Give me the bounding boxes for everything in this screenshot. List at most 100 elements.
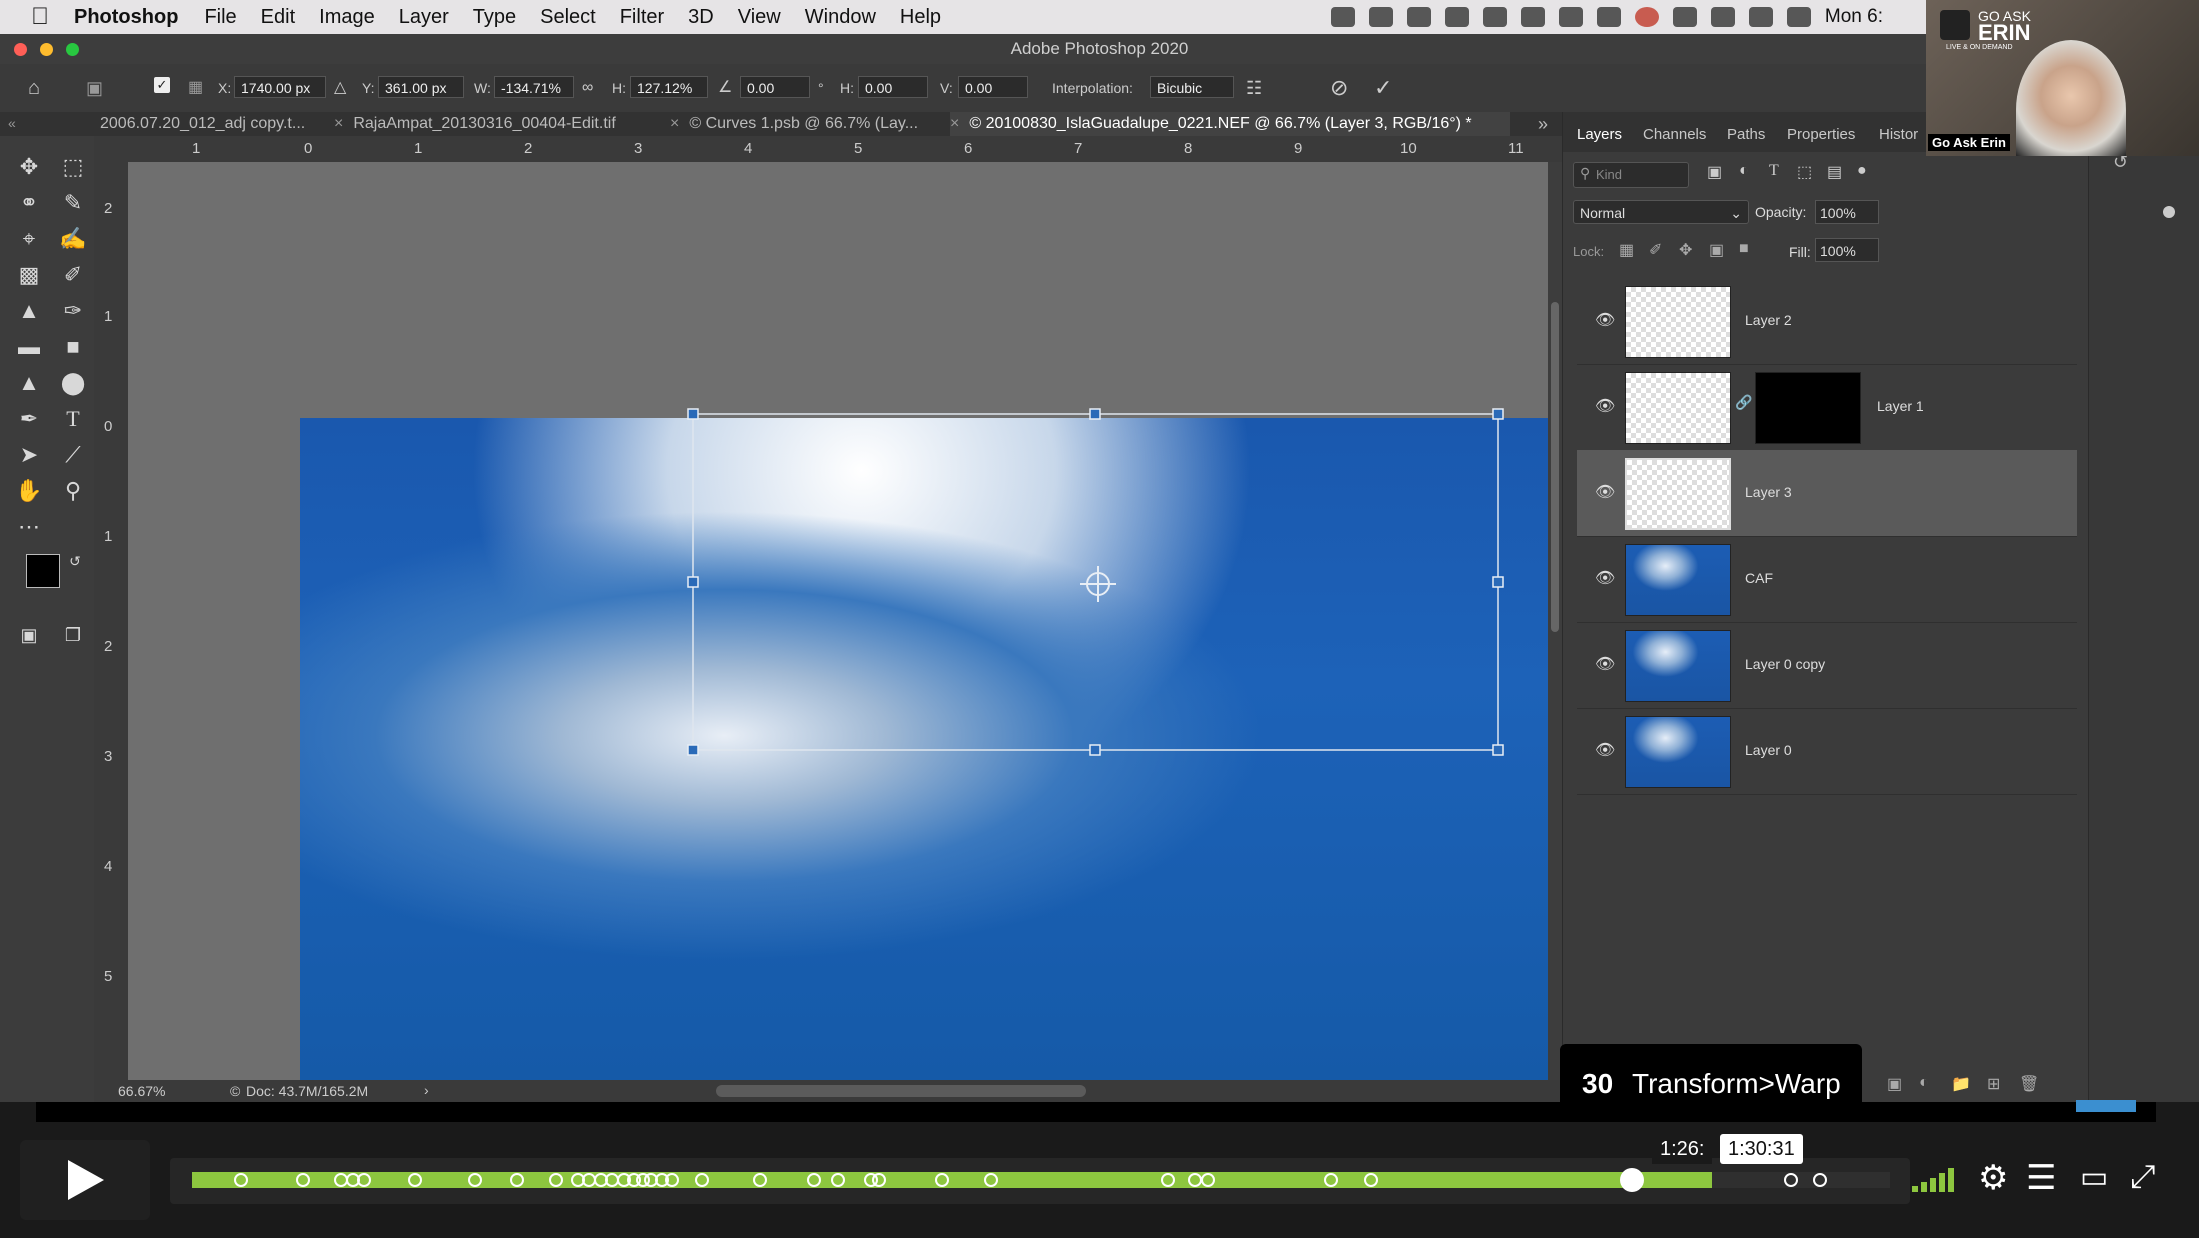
w-field[interactable]: -134.71% [494, 76, 574, 98]
vskew-field[interactable]: 0.00 [958, 76, 1028, 98]
layer-mask-thumbnail[interactable] [1755, 372, 1861, 444]
eye-icon[interactable]: 👁 [1595, 743, 1615, 759]
link-icon[interactable]: 🔗 [1735, 394, 1752, 411]
filter-type-icon[interactable]: T [1769, 162, 1779, 180]
menu-image[interactable]: Image [319, 6, 375, 29]
menu-clock[interactable]: Mon 6: [1825, 6, 1883, 28]
new-layer-icon[interactable]: ⊞ [1987, 1074, 2000, 1094]
new-group-icon[interactable]: 📁 [1951, 1074, 1971, 1094]
dodge-tool-icon[interactable]: ⬤ [58, 368, 88, 398]
move-tool-icon[interactable]: ✥ [14, 152, 44, 182]
menu-filter[interactable]: Filter [620, 6, 664, 29]
eye-icon[interactable]: 👁 [1595, 485, 1615, 501]
reference-point-icon[interactable]: ▦ [188, 76, 203, 100]
delta-icon[interactable]: △ [334, 76, 346, 100]
y-field[interactable]: 361.00 px [378, 76, 464, 98]
tab-layers[interactable]: Layers [1577, 126, 1622, 143]
opacity-field[interactable]: 100% [1815, 200, 1879, 224]
commit-transform-icon[interactable]: ✓ [1374, 76, 1392, 100]
pen-tool-icon[interactable]: ✒ [14, 404, 44, 434]
lock-position-icon[interactable]: ✥ [1679, 240, 1692, 260]
zoom-level[interactable]: 66.67% [118, 1083, 165, 1099]
volume-bars-icon[interactable] [1912, 1166, 1960, 1192]
chapter-marker[interactable] [871, 1173, 886, 1187]
add-mask-icon[interactable]: ▣ [1887, 1074, 1902, 1094]
bluetooth-icon[interactable] [1482, 7, 1507, 27]
clone-stamp-tool-icon[interactable]: ▲ [14, 296, 44, 326]
layer-row[interactable]: 👁 CAF [1577, 536, 2077, 623]
app-menu[interactable]: Photoshop [74, 6, 178, 29]
menu-file[interactable]: File [204, 6, 236, 29]
close-icon[interactable]: × [670, 115, 679, 132]
lock-all-icon[interactable]: ■ [1739, 240, 1749, 258]
filter-adjustment-icon[interactable]: ◐ [1739, 162, 1749, 180]
healing-tool-icon[interactable]: ▩ [14, 260, 44, 290]
menu-3d[interactable]: 3D [688, 6, 714, 29]
layer-name[interactable]: Layer 2 [1745, 312, 1792, 328]
layer-row[interactable]: 👁 Layer 0 copy [1577, 622, 2077, 709]
chapter-marker[interactable] [1783, 1173, 1798, 1187]
screenshot-icon[interactable] [1558, 7, 1583, 27]
chapters-list-icon[interactable]: ☰ [2026, 1158, 2056, 1198]
angle-field[interactable]: 0.00 [740, 76, 810, 98]
chapter-marker[interactable] [934, 1173, 949, 1187]
gmail-icon[interactable] [1444, 7, 1469, 27]
new-adjustment-icon[interactable]: ◐ [1919, 1074, 1929, 1092]
type-tool-icon[interactable]: T [58, 404, 88, 434]
crop-tool-icon[interactable]: ⌖ [14, 224, 44, 254]
lock-transparent-icon[interactable]: ▦ [1619, 240, 1634, 260]
menu-layer[interactable]: Layer [399, 6, 449, 29]
progress-track[interactable] [170, 1158, 1910, 1204]
layer-name[interactable]: Layer 1 [1877, 398, 1924, 414]
layer-row[interactable]: 👁 🔗 Layer 1 [1577, 364, 2077, 451]
volume-icon[interactable] [1786, 7, 1811, 27]
filter-pixel-icon[interactable]: ▣ [1707, 162, 1722, 182]
gradient-tool-icon[interactable]: ■ [58, 332, 88, 362]
screen-mode-icon[interactable]: ❐ [58, 620, 88, 650]
chapter-marker[interactable] [467, 1173, 482, 1187]
filter-shape-icon[interactable]: ⬚ [1797, 162, 1812, 182]
quick-selection-tool-icon[interactable]: ✎ [58, 188, 88, 218]
airplay-icon[interactable]: ▭ [2080, 1160, 2108, 1195]
layer-name[interactable]: Layer 0 [1745, 742, 1792, 758]
fullscreen-icon[interactable]: ⤢ [2130, 1158, 2156, 1196]
layer-row[interactable]: 👁 Layer 0 [1577, 708, 2077, 795]
status-menu-icon[interactable]: › [424, 1082, 429, 1098]
link-icon[interactable]: ∞ [582, 76, 593, 100]
tab-channels[interactable]: Channels [1643, 126, 1706, 143]
filter-smart-object-icon[interactable]: ▤ [1827, 162, 1842, 182]
vertical-scrollbar[interactable] [1548, 162, 1562, 1080]
tab-doc-3[interactable]: × © Curves 1.psb @ 66.7% (Lay... [670, 112, 946, 136]
crosshair-icon[interactable] [1710, 7, 1735, 27]
layer-name[interactable]: Layer 3 [1745, 484, 1792, 500]
eye-icon[interactable]: 👁 [1595, 657, 1615, 673]
horizontal-scroll-thumb[interactable] [716, 1085, 1086, 1097]
vertical-scroll-thumb[interactable] [1551, 302, 1559, 632]
menu-window[interactable]: Window [805, 6, 876, 29]
chapter-marker[interactable] [664, 1173, 679, 1187]
settings-gear-icon[interactable]: ⚙ [1978, 1158, 2008, 1198]
fill-field[interactable]: 100% [1815, 238, 1879, 262]
eraser-tool-icon[interactable]: ▬ [14, 332, 44, 362]
more-tabs-icon[interactable]: » [1538, 112, 1548, 136]
path-selection-tool-icon[interactable]: ➤ [14, 440, 44, 470]
tab-doc-2[interactable]: × RajaAmpat_20130316_00404-Edit.tif [334, 112, 664, 136]
more-tools-icon[interactable]: ⋯ [14, 512, 44, 542]
marquee-tool-icon[interactable]: ⬚ [58, 152, 88, 182]
interpolation-select[interactable]: Bicubic [1150, 76, 1234, 98]
chapter-marker[interactable] [1812, 1173, 1827, 1187]
airplay-icon[interactable] [1672, 7, 1697, 27]
h-field[interactable]: 127.12% [630, 76, 708, 98]
menu-help[interactable]: Help [900, 6, 941, 29]
eye-icon[interactable]: 👁 [1595, 313, 1615, 329]
eye-icon[interactable]: 👁 [1595, 399, 1615, 415]
history-brush-tool-icon[interactable]: ✑ [58, 296, 88, 326]
x-field[interactable]: 1740.00 px [234, 76, 326, 98]
lock-artboard-icon[interactable]: ▣ [1709, 240, 1724, 260]
chapter-marker[interactable] [233, 1173, 248, 1187]
wifi-icon[interactable] [1748, 7, 1773, 27]
reference-point-checkbox[interactable]: ✓ [154, 77, 170, 93]
tab-doc-active[interactable]: × © 20100830_IslaGuadalupe_0221.NEF @ 66.… [950, 112, 1510, 136]
lock-image-icon[interactable]: ✐ [1649, 240, 1662, 260]
layer-filter-kind[interactable]: ⚲ Kind [1573, 162, 1689, 188]
